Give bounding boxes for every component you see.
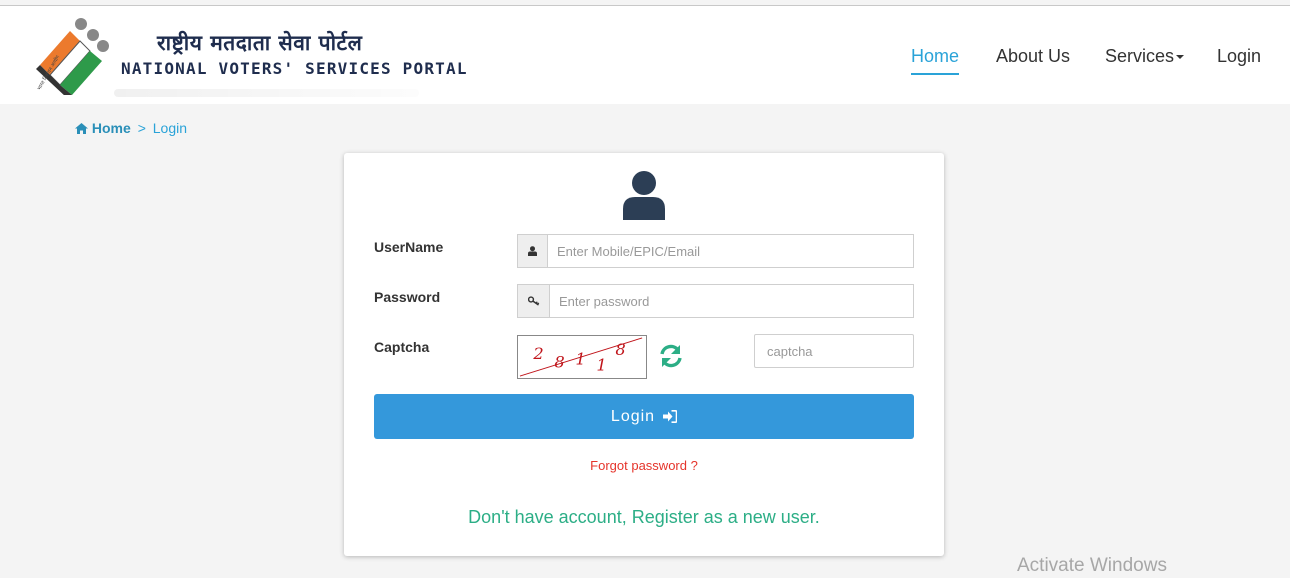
username-addon (517, 234, 547, 268)
activate-windows-watermark: Activate Windows (1017, 555, 1167, 576)
svg-text:1: 1 (575, 350, 585, 369)
password-input[interactable] (549, 284, 914, 318)
brand-title-english: NATIONAL VOTERS' SERVICES PORTAL (121, 59, 468, 78)
breadcrumb-home-label: Home (91, 120, 131, 136)
brand-underline-shadow (114, 89, 419, 97)
breadcrumb-home[interactable]: Home (75, 120, 135, 136)
user-icon (528, 246, 537, 256)
nav-services-label: Services (1105, 46, 1175, 66)
login-button-label: Login (610, 407, 656, 425)
svg-text:8: 8 (615, 340, 625, 359)
captcha-label: Captcha (374, 339, 430, 355)
svg-text:8: 8 (554, 353, 564, 372)
captcha-image: 2 8 1 1 8 (517, 335, 647, 379)
breadcrumb-current: Login (152, 120, 188, 136)
site-header: भारत निर्वाचन आयोग राष्ट्रीय मतदाता सेवा… (0, 6, 1290, 104)
refresh-captcha-icon[interactable] (658, 343, 684, 369)
nav-home[interactable]: Home (911, 46, 960, 75)
home-icon (75, 123, 88, 134)
password-addon (517, 284, 549, 318)
username-label: UserName (374, 239, 444, 255)
login-card: UserName Password Captcha 2 8 1 1 8 Logi… (344, 153, 944, 556)
brand-title-hindi: राष्ट्रीय मतदाता सेवा पोर्टल (157, 31, 363, 55)
register-link[interactable]: Don't have account, Register as a new us… (344, 507, 944, 528)
username-input[interactable] (547, 234, 914, 268)
brand-logo-link[interactable]: भारत निर्वाचन आयोग राष्ट्रीय मतदाता सेवा… (36, 13, 466, 97)
breadcrumb-separator: > (137, 120, 146, 136)
breadcrumb: Home > Login (75, 120, 187, 136)
user-avatar-icon (623, 171, 665, 220)
captcha-input[interactable] (754, 334, 914, 368)
key-icon (527, 296, 539, 306)
nav-about-us[interactable]: About Us (996, 46, 1070, 67)
svg-text:1: 1 (596, 355, 606, 374)
forgot-password-link[interactable]: Forgot password ? (344, 458, 944, 473)
eci-logo-icon: भारत निर्वाचन आयोग (36, 18, 109, 95)
svg-text:2: 2 (532, 344, 543, 363)
caret-down-icon (1176, 55, 1185, 60)
nav-login[interactable]: Login (1217, 46, 1261, 67)
password-label: Password (374, 289, 441, 305)
sign-in-icon (663, 410, 678, 423)
nav-services[interactable]: Services (1105, 46, 1185, 67)
login-button[interactable]: Login (374, 394, 914, 439)
